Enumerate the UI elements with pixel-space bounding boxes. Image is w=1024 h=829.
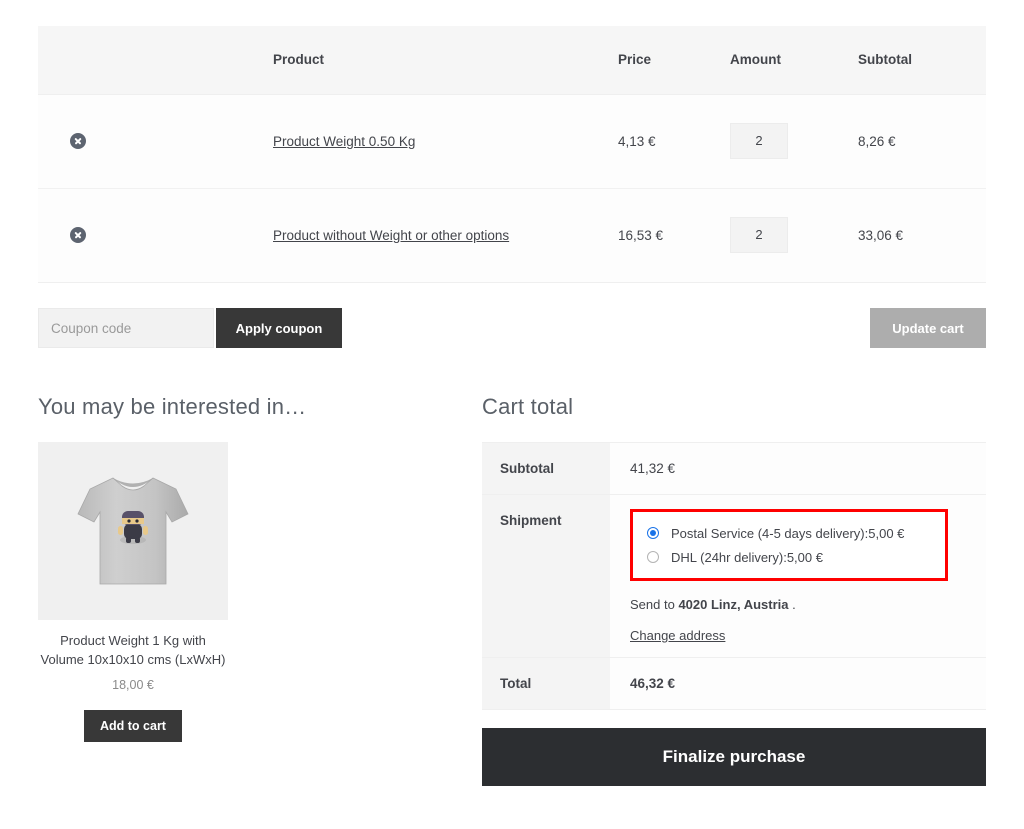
- total-label: Total: [482, 657, 610, 710]
- tshirt-icon: [77, 477, 189, 585]
- shipment-option-dhl[interactable]: DHL (24hr delivery):5,00 €: [647, 545, 935, 569]
- send-to-suffix: .: [788, 597, 796, 612]
- upsell-title: You may be interested in…: [38, 394, 307, 419]
- change-address-link[interactable]: Change address: [630, 628, 725, 643]
- remove-cell: [38, 93, 118, 188]
- send-to-text: Send to 4020 Linz, Austria .: [630, 597, 970, 612]
- shipment-option-postal[interactable]: Postal Service (4-5 days delivery):5,00 …: [647, 521, 935, 545]
- table-row: Product without Weight or other options …: [38, 187, 986, 283]
- header-amount: Amount: [730, 26, 858, 94]
- shipment-row: Shipment Postal Service (4-5 days delive…: [482, 494, 986, 658]
- amount-cell: 2: [730, 93, 858, 188]
- remove-item-icon[interactable]: [70, 227, 86, 244]
- upsell-product-price: 18,00 €: [112, 677, 154, 692]
- subtotal-label: Subtotal: [482, 442, 610, 495]
- quantity-input[interactable]: 2: [730, 217, 788, 253]
- cart-total-title: Cart total: [482, 394, 574, 419]
- radio-unselected-icon[interactable]: [647, 551, 659, 563]
- shipment-cell: Postal Service (4-5 days delivery):5,00 …: [610, 494, 986, 658]
- amount-cell: 2: [730, 187, 858, 283]
- shipment-option-dhl-label: DHL (24hr delivery):5,00 €: [671, 549, 823, 565]
- table-row: Product Weight 0.50 Kg 4,13 € 2 8,26 €: [38, 93, 986, 188]
- product-link[interactable]: Product without Weight or other options: [273, 228, 509, 243]
- price-value: 4,13 €: [618, 93, 730, 188]
- product-link[interactable]: Product Weight 0.50 Kg: [273, 134, 415, 149]
- subtotal-value: 8,26 €: [858, 93, 986, 188]
- finalize-purchase-button[interactable]: Finalize purchase: [482, 728, 986, 786]
- remove-item-icon[interactable]: [70, 133, 86, 150]
- coupon-code-input[interactable]: [38, 308, 214, 348]
- cart-totals-table: Subtotal 41,32 € Shipment Postal Service…: [482, 442, 986, 710]
- header-product: Product: [273, 26, 618, 94]
- remove-cell: [38, 187, 118, 283]
- header-subtotal: Subtotal: [858, 26, 986, 94]
- send-to-prefix: Send to: [630, 597, 679, 612]
- cart-totals-section: Cart total Subtotal 41,32 € Shipment Pos…: [482, 394, 986, 786]
- subtotal-amount: 41,32 €: [610, 442, 986, 495]
- shipment-option-postal-label: Postal Service (4-5 days delivery):5,00 …: [671, 525, 905, 541]
- product-cell: Product Weight 0.50 Kg: [273, 93, 618, 188]
- add-to-cart-button[interactable]: Add to cart: [84, 709, 182, 742]
- header-thumbnail: [118, 26, 273, 94]
- cart-table-header-row: Product Price Amount Subtotal: [38, 26, 986, 94]
- product-cell: Product without Weight or other options: [273, 187, 618, 283]
- coupon-row: Apply coupon Update cart: [38, 308, 986, 348]
- update-cart-button[interactable]: Update cart: [870, 308, 986, 348]
- thumbnail-cell: [118, 93, 273, 188]
- subtotal-value: 33,06 €: [858, 187, 986, 283]
- price-value: 16,53 €: [618, 187, 730, 283]
- shipment-label: Shipment: [482, 494, 610, 658]
- upsell-product-card: Product Weight 1 Kg with Volume 10x10x10…: [38, 442, 228, 742]
- upsell-product-image[interactable]: [38, 442, 228, 620]
- apply-coupon-button[interactable]: Apply coupon: [216, 308, 342, 348]
- thumbnail-cell: [118, 187, 273, 283]
- radio-selected-icon[interactable]: [647, 527, 659, 539]
- total-row: Total 46,32 €: [482, 657, 986, 710]
- cart-page: Product Price Amount Subtotal Product We…: [0, 0, 1024, 829]
- total-amount: 46,32 €: [610, 657, 986, 710]
- header-price: Price: [618, 26, 730, 94]
- subtotal-row: Subtotal 41,32 €: [482, 442, 986, 495]
- header-remove: [38, 26, 118, 94]
- upsell-section: You may be interested in… Product Weight…: [38, 394, 458, 742]
- quantity-input[interactable]: 2: [730, 123, 788, 159]
- shipment-options-highlight: Postal Service (4-5 days delivery):5,00 …: [630, 509, 948, 581]
- upsell-product-name[interactable]: Product Weight 1 Kg with Volume 10x10x10…: [38, 632, 228, 670]
- send-to-address: 4020 Linz, Austria: [678, 597, 789, 612]
- cart-table: Product Price Amount Subtotal Product We…: [38, 26, 986, 283]
